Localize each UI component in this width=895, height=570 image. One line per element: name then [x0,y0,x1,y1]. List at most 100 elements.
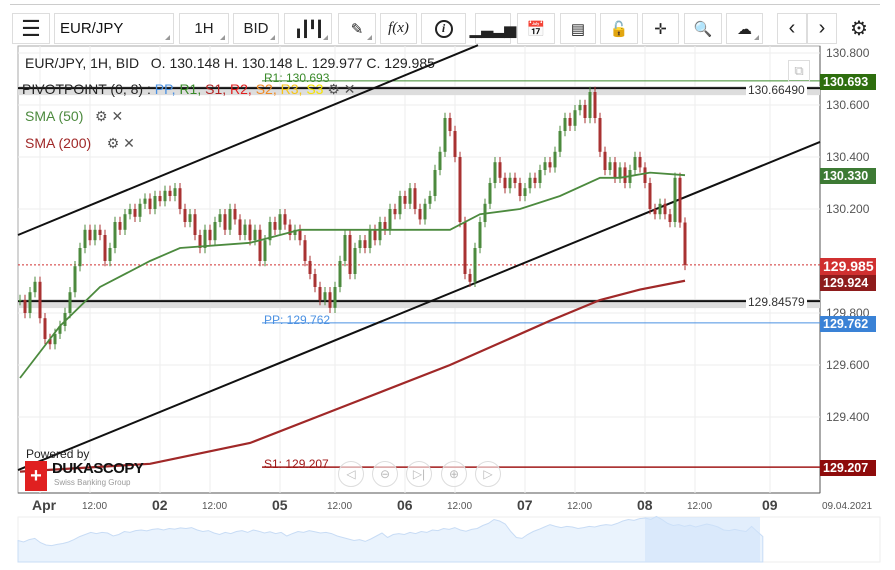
x-tick-label: 12:00 [687,501,713,512]
hamburger-icon: ☰ [21,15,41,41]
candle-body [588,92,592,118]
x-tick-label: Apr [32,497,57,513]
candle-body [463,222,467,274]
candle-body [133,209,137,217]
reset-view-button[interactable]: ▷| [406,461,432,487]
close-icon[interactable]: ✕ [344,81,356,97]
candle-body [53,333,57,345]
scroll-right-button[interactable]: › [807,13,837,44]
scroll-left-button[interactable]: ◁ [338,461,364,487]
zoom-chart-button[interactable]: 🔍 [684,13,722,44]
candle-body [378,222,382,241]
dukascopy-logo: DUKASCOPY [52,460,144,477]
candle-body [73,266,77,293]
triangle-right-icon: ▷ [483,467,493,481]
candle-body [318,287,322,300]
x-tick-label: 07 [517,497,533,513]
candle-body [418,209,422,220]
lock-button[interactable]: 🔓 [600,13,638,44]
close-icon[interactable]: ✕ [111,108,123,124]
candle-body [623,167,627,183]
candle-body [668,214,672,222]
zoom-in-button[interactable]: ⊕ [441,461,467,487]
s1-price-tag: 129.207 [820,460,876,476]
chart-type-button[interactable]: ╻┃╹┃ [284,13,332,44]
candle-body [208,229,212,241]
news-button[interactable]: ▤ [560,13,596,44]
upload-button[interactable]: ☁ [726,13,763,44]
candle-body [453,131,457,157]
candle-body [553,151,557,168]
candle-body [368,229,372,248]
candle-body [353,248,357,274]
candle-body [313,274,317,287]
zoom-out-button[interactable]: ⊖ [372,461,398,487]
close-icon[interactable]: ✕ [123,135,135,151]
chevron-right-icon: › [818,17,826,39]
popout-icon[interactable]: ⧉ [788,60,810,82]
candle-body [283,214,287,225]
scroll-right-button[interactable]: ▷ [475,461,501,487]
sma200-legend[interactable]: SMA (200) ⚙ ✕ [25,135,135,152]
sma50-legend[interactable]: SMA (50) ⚙ ✕ [25,108,123,125]
candle-body [293,229,297,235]
candle-body [573,110,577,126]
draw-button[interactable]: ✎ [338,13,376,44]
candle-body [558,131,562,152]
lock-icon: 🔓 [609,20,629,38]
candle-body [248,224,252,241]
pp-price-tag: 129.762 [820,316,876,332]
candle-body [83,229,87,248]
side-select[interactable]: BID [233,13,279,44]
indicators-button[interactable]: f(x) [380,13,417,44]
candle-body [263,240,267,261]
candle-body [338,261,342,287]
candle-body [628,170,632,183]
crosshair-icon: ✛ [654,20,667,38]
plot-frame [17,45,821,494]
candle-body [308,261,312,274]
candle-body [148,198,152,209]
candle-body [653,209,657,215]
hline-label: 130.66490 [746,83,807,97]
candle-body [568,118,572,126]
candle-body [593,92,597,118]
current-price-tag: 129.985 [820,258,876,275]
x-tick-label: 12:00 [82,501,108,512]
gear-icon[interactable]: ⚙ [107,135,120,151]
candle-body [193,214,197,235]
scroll-left-button[interactable]: ‹ [777,13,807,44]
info-button[interactable]: i [421,13,466,44]
settings-button[interactable]: ⚙ [845,13,873,44]
candle-body [438,151,442,170]
candle-body [153,196,157,209]
hline-label: 129.84579 [746,295,807,309]
candle-body [448,118,452,131]
calendar-button[interactable]: 📅 [517,13,555,44]
y-tick-label: 129.600 [826,358,870,372]
gear-icon[interactable]: ⚙ [95,108,108,124]
candle-body [503,177,507,189]
volume-button[interactable]: ▁▃▂▅ [470,13,516,44]
cloud-upload-icon: ☁ [737,20,752,38]
candle-body [683,222,687,265]
symbol-select[interactable]: EUR/JPY [54,13,174,44]
candle-body [123,214,127,230]
menu-button[interactable]: ☰ [12,13,50,44]
navigator-window [645,517,760,562]
candle-body [473,248,477,282]
candle-body [528,177,532,189]
candle-body [603,151,607,170]
candle-body [458,157,462,222]
logo-tagline: Swiss Banking Group [54,478,131,487]
candle-body [433,170,437,196]
y-tick-label: 130.200 [826,202,870,216]
candle-body [498,162,502,178]
timeframe-select[interactable]: 1H [179,13,229,44]
candle-body [48,339,52,345]
candle-body [493,162,497,183]
crosshair-button[interactable]: ✛ [642,13,679,44]
candle-body [363,240,367,248]
candle-body [198,235,202,248]
candle-body [443,118,447,152]
